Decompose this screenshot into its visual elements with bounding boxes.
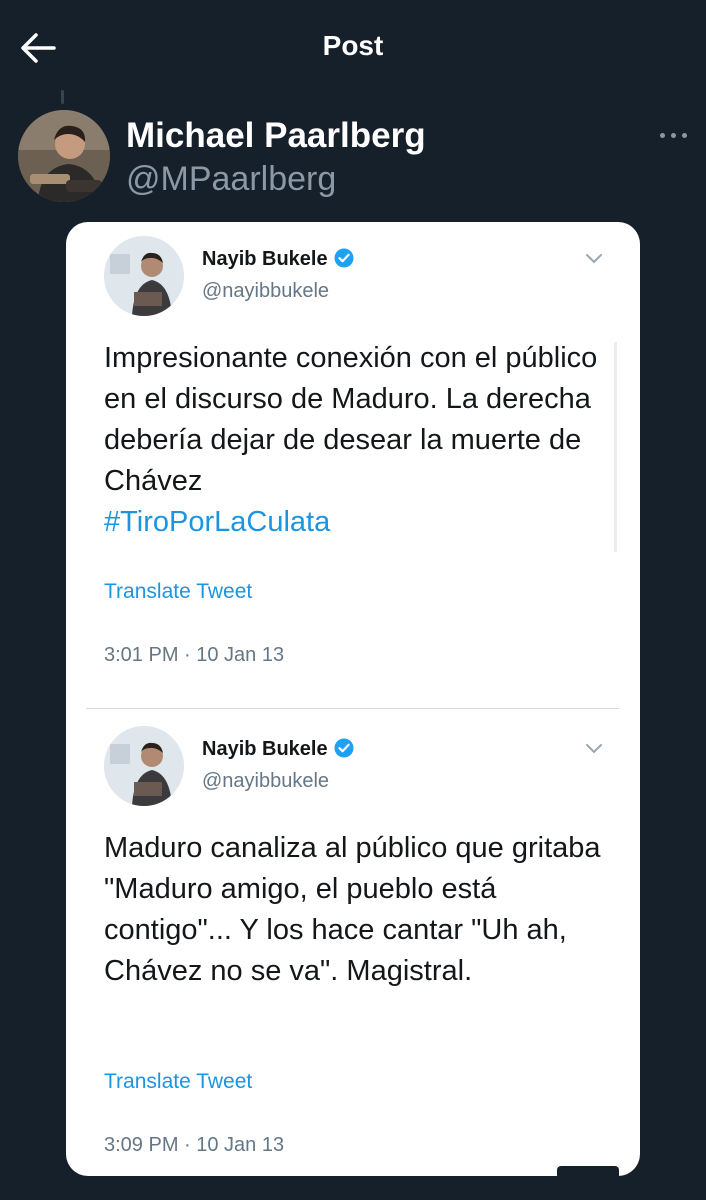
tweet-author-name: Nayib Bukele (202, 738, 354, 761)
author-handle[interactable]: @MPaarlberg (126, 160, 336, 199)
tweet-timestamp: 3:09 PM · 10 Jan 13 (104, 1134, 285, 1156)
author-avatar[interactable] (18, 110, 110, 202)
tweet-text: Impresionante conexión con el público en… (104, 338, 604, 543)
tweet-divider (86, 708, 619, 709)
tweet-author-name: Nayib Bukele (202, 248, 354, 271)
hashtag-link: #TiroPorLaCulata (104, 506, 331, 538)
author-name[interactable]: Michael Paarlberg (126, 116, 426, 156)
image-corner-overlay (557, 1166, 619, 1200)
embedded-tweet: Nayib Bukele @nayibbukele Impresionante … (66, 222, 640, 708)
tweet-avatar (104, 726, 184, 806)
post-author: Michael Paarlberg @MPaarlberg (18, 110, 698, 210)
verified-badge-icon (334, 738, 354, 758)
tweet-author-handle: @nayibbukele (202, 770, 330, 792)
translate-tweet-link: Translate Tweet (104, 580, 253, 603)
more-options-button[interactable] (654, 124, 694, 148)
page-title: Post (322, 30, 384, 61)
tweet-menu-button (584, 742, 604, 756)
tweet-timestamp: 3:01 PM · 10 Jan 13 (104, 644, 285, 666)
tweet-author-handle: @nayibbukele (202, 280, 330, 302)
tweet-avatar (104, 236, 184, 316)
scroll-indicator (614, 342, 617, 552)
tweet-menu-button (584, 252, 604, 266)
embedded-tweet: Nayib Bukele @nayibbukele Maduro canaliz… (66, 712, 640, 1176)
attached-image[interactable]: Nayib Bukele @nayibbukele Impresionante … (66, 222, 640, 1176)
translate-tweet-link: Translate Tweet (104, 1070, 253, 1093)
thread-connector (61, 90, 64, 104)
chevron-down-icon (586, 744, 602, 754)
verified-badge-icon (334, 248, 354, 268)
chevron-down-icon (586, 254, 602, 264)
more-horizontal-icon (660, 133, 665, 138)
tweet-text: Maduro canaliza al público que gritaba "… (104, 832, 601, 987)
top-bar: Post (0, 0, 706, 100)
